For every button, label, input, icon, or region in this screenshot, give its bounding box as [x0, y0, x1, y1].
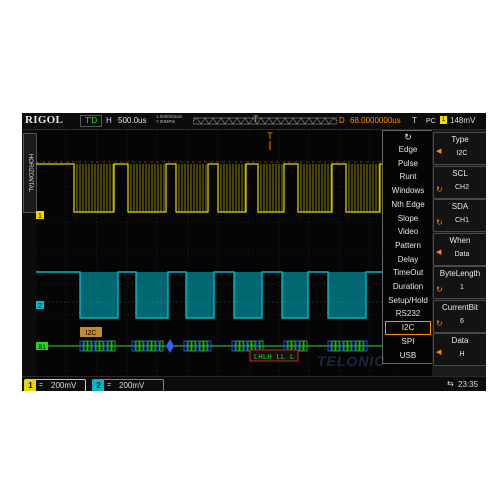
- softkey-value: H: [459, 351, 465, 358]
- menu-item-windows[interactable]: Windows: [383, 184, 433, 198]
- ch1-coupling: =: [39, 382, 44, 389]
- menu-item-pulse[interactable]: Pulse: [383, 157, 433, 171]
- ch1-status-badge[interactable]: 1 = 200mV: [24, 379, 86, 391]
- trigger-delay-value[interactable]: 68.0000000us: [350, 115, 401, 127]
- ch2-marker-label: 2: [38, 303, 42, 310]
- bus-marker-label: B1: [38, 345, 46, 351]
- menu-item-spi[interactable]: SPI: [383, 335, 433, 349]
- ch2-burst: [186, 272, 214, 318]
- ch1-marker-label: 1: [38, 213, 42, 220]
- softkey-value: CH2: [454, 183, 469, 191]
- softkey-type[interactable]: Type I2C ◀: [433, 132, 486, 165]
- trigger-type-label: PC: [426, 118, 436, 125]
- ch2-burst: [234, 272, 262, 318]
- brand-logo: RIGOL: [25, 114, 64, 126]
- ch2-burst: [282, 272, 308, 318]
- softkey-when[interactable]: When Data ◀: [433, 232, 486, 266]
- ch2-scale: 200mV: [119, 381, 145, 390]
- softkey-sda[interactable]: SDA CH1 ↻: [433, 199, 486, 232]
- softkey-panel: Type I2C ◀ SCL CH2 ↻ SDA CH1 ↻ When Data ◀ ByteLengt…: [432, 130, 486, 376]
- softkey-bytelength[interactable]: ByteLength 1 ↻: [433, 266, 486, 299]
- watermark-logo: TELONIC: [317, 353, 386, 369]
- oscilloscope-screen: RIGOL T'D H 500.0us 1.0000GSa/s 7.00MPts…: [22, 113, 486, 391]
- softkey-title: ByteLength: [439, 269, 481, 278]
- knob-icon: ↻: [436, 184, 443, 194]
- menu-item-delay[interactable]: Delay: [383, 253, 433, 267]
- option-arrow-icon: ◀: [436, 148, 442, 155]
- trigger-level-value[interactable]: 148mV: [450, 115, 475, 127]
- horizontal-label: H: [106, 116, 112, 125]
- ch2-status-badge[interactable]: 2 = 200mV: [92, 379, 164, 391]
- menu-item-video[interactable]: Video: [383, 225, 433, 239]
- menu-item-rs232[interactable]: RS232: [383, 307, 433, 321]
- softkey-value: 6: [460, 317, 464, 325]
- softkey-title: SCL: [452, 168, 468, 178]
- softkey-value: CH1: [454, 217, 469, 224]
- timebase-value[interactable]: 500.0us: [118, 115, 146, 127]
- ch2-burst: [80, 272, 118, 318]
- menu-item-i2c[interactable]: I2C: [385, 321, 431, 336]
- menu-item-slope[interactable]: Slope: [383, 212, 433, 226]
- system-clock: 23:35: [458, 380, 479, 389]
- bus-type-label: I2C: [86, 330, 97, 337]
- knob-icon: ↻: [436, 285, 443, 294]
- knob-arrow-icon: ↻: [404, 132, 412, 142]
- delay-label: D: [339, 116, 345, 125]
- menu-item-edge[interactable]: Edge: [383, 143, 433, 157]
- trigger-label: T: [412, 116, 417, 125]
- ch2-burst: [136, 272, 168, 318]
- softkey-title: Data: [451, 336, 469, 345]
- menu-item-nth-edge[interactable]: Nth Edge: [383, 198, 433, 212]
- menu-item-pattern[interactable]: Pattern: [383, 239, 433, 253]
- bus-decode-trace: [48, 339, 400, 353]
- knob-icon: ↻: [436, 218, 443, 227]
- ch1-scale: 200mV: [51, 381, 77, 390]
- trigger-time-marker: T: [267, 131, 273, 141]
- memory-overview-bar: [193, 117, 337, 125]
- menu-item-duration[interactable]: Duration: [383, 280, 433, 294]
- trigger-source-badge: 1: [440, 116, 447, 124]
- trigger-type-menu: ↻ Edge Pulse Runt Windows Nth Edge Slope Video…: [382, 130, 434, 364]
- waveform-area: T 1 2 B1 I2C LHLH LL L: [36, 130, 400, 376]
- softkey-value: I2C: [456, 150, 468, 157]
- trigger-position-marker: T: [253, 114, 259, 124]
- softkey-value: Data: [454, 250, 470, 258]
- ch1-waveform: [36, 163, 400, 213]
- knob-icon: ↻: [436, 318, 443, 328]
- option-arrow-icon: ◀: [436, 248, 442, 256]
- softkey-title: CurrentBit: [441, 302, 478, 312]
- option-arrow-icon: ◀: [436, 349, 442, 356]
- ch1-number: 1: [25, 380, 36, 391]
- menu-item-runt[interactable]: Runt: [383, 170, 433, 184]
- softkey-data[interactable]: Data H ◀: [433, 333, 486, 366]
- softkey-title: SDA: [451, 202, 469, 211]
- softkey-title: When: [449, 235, 471, 245]
- menu-item-timeout[interactable]: TimeOut: [383, 266, 433, 280]
- bus-start-marker: [166, 339, 174, 353]
- softkey-currentbit[interactable]: CurrentBit 6 ↻: [433, 299, 486, 333]
- ch2-burst: [328, 272, 366, 318]
- ch1-trace: [36, 161, 400, 213]
- ch2-coupling: =: [107, 382, 112, 389]
- softkey-title: Type: [451, 135, 469, 144]
- decode-readout: LHLH LL L: [254, 354, 295, 362]
- softkey-scl[interactable]: SCL CH2 ↻: [433, 165, 486, 199]
- left-strip: HORIZONTAL: [22, 130, 37, 376]
- menu-item-setup-hold[interactable]: Setup/Hold: [383, 294, 433, 308]
- horizontal-mode-label[interactable]: HORIZONTAL: [23, 133, 37, 213]
- usb-icon: ⇆: [447, 379, 454, 388]
- channel-status-bar: 1 = 200mV 2 = 200mV ⇆ 23:35: [22, 376, 486, 391]
- menu-item-usb[interactable]: USB: [383, 349, 433, 363]
- softkey-value: 1: [460, 284, 464, 291]
- sample-rate-readout: 1.0000GSa/s 7.00MPts: [156, 114, 183, 124]
- status-bar: RIGOL T'D H 500.0us 1.0000GSa/s 7.00MPts…: [22, 113, 486, 130]
- ch2-number: 2: [93, 380, 104, 391]
- run-state-badge[interactable]: T'D: [80, 115, 103, 127]
